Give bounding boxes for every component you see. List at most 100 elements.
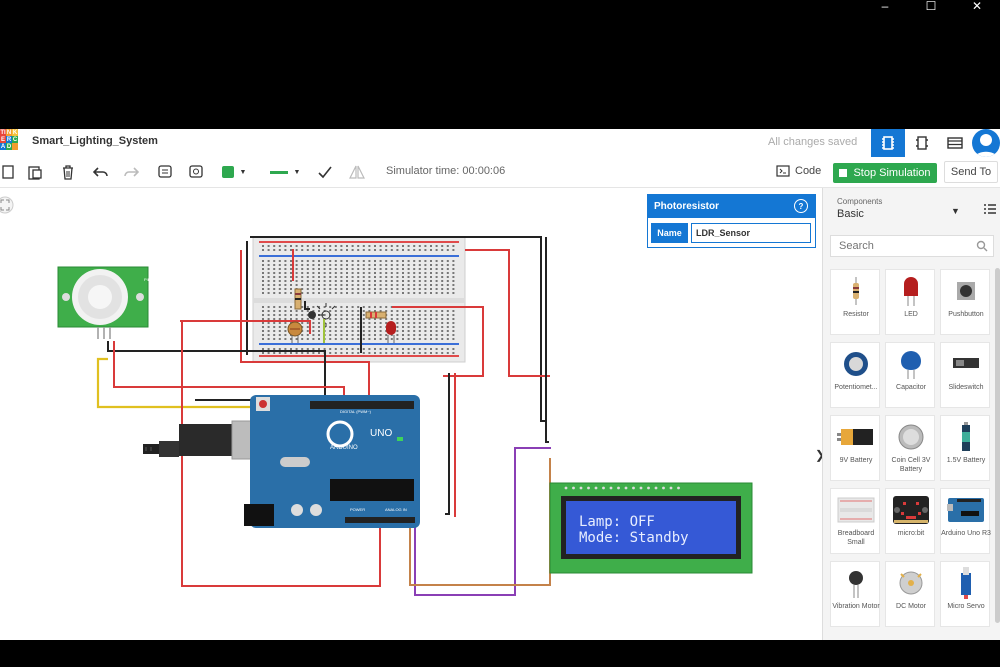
search-input[interactable] bbox=[837, 239, 971, 253]
avatar[interactable] bbox=[972, 129, 1000, 157]
resistor-icon bbox=[853, 277, 859, 305]
header: TI N K E R C A D Smart_Lighting_System A… bbox=[0, 129, 1000, 158]
notes-button[interactable] bbox=[154, 162, 176, 182]
component-label: 9V Battery bbox=[839, 457, 873, 464]
component-card-microbit[interactable]: micro:bit bbox=[885, 488, 935, 554]
arduino-power-label: POWER bbox=[350, 507, 365, 512]
inspector-header: Photoresistor ? bbox=[648, 195, 815, 218]
stop-icon bbox=[839, 169, 848, 177]
component-card-potentiometer[interactable]: Potentiomet... bbox=[830, 342, 880, 408]
component-card-pushbutton[interactable]: Pushbutton bbox=[940, 269, 990, 335]
chip-icon bbox=[882, 136, 894, 150]
logo-tile bbox=[12, 143, 18, 150]
logo-tile: K bbox=[12, 129, 18, 136]
components-grid: Resistor LED Pushbutton Potentiomet... C… bbox=[830, 269, 991, 627]
vibration-motor-icon bbox=[849, 571, 863, 598]
circuit-drawing[interactable]: PIR ARDUINO UNO DIGITAL (PWM~) POWER ANA… bbox=[0, 188, 822, 640]
component-label: Resistor bbox=[843, 311, 869, 318]
project-title[interactable]: Smart_Lighting_System bbox=[32, 135, 158, 147]
tinkercad-app: TI N K E R C A D Smart_Lighting_System A… bbox=[0, 129, 1000, 640]
resistor-2[interactable] bbox=[365, 311, 387, 319]
undo-button[interactable] bbox=[90, 162, 112, 182]
send-to-button[interactable]: Send To bbox=[944, 161, 998, 183]
list-view-icon[interactable] bbox=[983, 202, 997, 216]
inspector-title: Photoresistor bbox=[654, 201, 720, 212]
save-status: All changes saved bbox=[768, 136, 858, 148]
breadboard[interactable] bbox=[252, 236, 466, 363]
arduino-uno[interactable]: ARDUINO UNO DIGITAL (PWM~) POWER ANALOG … bbox=[244, 395, 420, 528]
visibility-button[interactable] bbox=[185, 162, 207, 182]
coin-cell-icon bbox=[898, 424, 924, 450]
code-button[interactable]: Code bbox=[776, 161, 821, 181]
battery-aa-icon bbox=[962, 422, 970, 451]
tinkercad-logo[interactable]: TI N K E R C A D bbox=[0, 129, 18, 157]
note-icon bbox=[158, 165, 172, 178]
component-card-vibration-motor[interactable]: Vibration Motor bbox=[830, 561, 880, 627]
redo-button[interactable] bbox=[120, 162, 142, 182]
name-field[interactable]: LDR_Sensor bbox=[691, 223, 811, 243]
component-label: Breadboard Small bbox=[837, 530, 875, 546]
maximize-button[interactable]: ☐ bbox=[908, 0, 954, 12]
component-card-resistor[interactable]: Resistor bbox=[830, 269, 880, 335]
user-icon bbox=[975, 134, 997, 157]
flip-icon bbox=[318, 166, 332, 179]
minimize-button[interactable]: – bbox=[862, 0, 908, 12]
component-card-1-5v-battery[interactable]: 1.5V Battery bbox=[940, 415, 990, 481]
copy-icon bbox=[2, 165, 14, 179]
wire-type-picker[interactable]: ▼ bbox=[266, 162, 304, 182]
taskbar bbox=[0, 640, 1000, 667]
component-card-dc-motor[interactable]: DC Motor bbox=[885, 561, 935, 627]
chevron-down-icon[interactable]: ▼ bbox=[951, 206, 960, 216]
component-label: Slideswitch bbox=[948, 384, 984, 391]
search-box[interactable] bbox=[830, 235, 994, 257]
trash-icon bbox=[63, 165, 73, 180]
component-card-led[interactable]: LED bbox=[885, 269, 935, 335]
components-label: Components bbox=[837, 197, 883, 206]
undo-icon bbox=[93, 167, 108, 177]
mirror-button[interactable] bbox=[346, 162, 368, 182]
close-button[interactable]: ✕ bbox=[954, 0, 1000, 12]
paste-button[interactable] bbox=[24, 162, 46, 182]
circuit-canvas[interactable]: PIR ARDUINO UNO DIGITAL (PWM~) POWER ANA… bbox=[0, 188, 825, 640]
color-swatch bbox=[221, 166, 234, 178]
component-card-slideswitch[interactable]: Slideswitch bbox=[940, 342, 990, 408]
component-card-micro-servo[interactable]: Micro Servo bbox=[940, 561, 990, 627]
stop-simulation-button[interactable]: Stop Simulation bbox=[833, 163, 937, 183]
help-icon[interactable]: ? bbox=[794, 199, 808, 213]
chevron-down-icon: ▼ bbox=[293, 168, 301, 176]
component-label: micro:bit bbox=[897, 530, 925, 537]
fit-view-icon[interactable] bbox=[0, 196, 14, 214]
component-list-button[interactable] bbox=[938, 129, 972, 157]
component-label: Pushbutton bbox=[948, 311, 984, 318]
dc-motor-icon bbox=[899, 571, 923, 595]
resistor-1[interactable] bbox=[294, 288, 302, 310]
lcd-line-2: Mode: Standby bbox=[579, 530, 689, 546]
component-card-coin-cell[interactable]: Coin Cell 3V Battery bbox=[885, 415, 935, 481]
window-controls: – ☐ ✕ bbox=[862, 0, 1000, 12]
wire-color-picker[interactable]: ▼ bbox=[219, 162, 249, 182]
schematic-view-button[interactable] bbox=[905, 129, 939, 157]
lcd-display[interactable]: Lamp: OFF Mode: Standby bbox=[549, 482, 753, 574]
rotate-button[interactable] bbox=[314, 162, 336, 182]
breadboard-icon bbox=[837, 497, 875, 523]
component-card-arduino-uno[interactable]: Arduino Uno R3 bbox=[940, 488, 991, 554]
component-card-breadboard-small[interactable]: Breadboard Small bbox=[830, 488, 880, 554]
copy-button[interactable] bbox=[0, 162, 18, 182]
panel-scrollbar[interactable] bbox=[995, 268, 1000, 623]
component-card-9v-battery[interactable]: 9V Battery bbox=[830, 415, 880, 481]
delete-button[interactable] bbox=[57, 162, 79, 182]
components-panel: Components Basic ▼ Resistor LED Pushbutt… bbox=[822, 188, 1000, 640]
pir-sensor[interactable]: PIR bbox=[57, 266, 151, 339]
led-icon bbox=[904, 277, 918, 306]
chevron-down-icon: ▼ bbox=[239, 168, 247, 176]
arduino-analog-label: ANALOG IN bbox=[385, 507, 407, 512]
code-icon bbox=[776, 165, 790, 177]
pir-label: PIR bbox=[144, 277, 151, 282]
stop-simulation-label: Stop Simulation bbox=[853, 167, 931, 179]
component-card-capacitor[interactable]: Capacitor bbox=[885, 342, 935, 408]
capacitor-icon bbox=[901, 351, 921, 379]
components-select[interactable]: Basic bbox=[837, 208, 967, 220]
simulator-time: Simulator time: 00:00:06 bbox=[386, 165, 506, 177]
lcd-line-1: Lamp: OFF bbox=[579, 514, 655, 530]
circuit-view-button[interactable] bbox=[871, 129, 905, 157]
